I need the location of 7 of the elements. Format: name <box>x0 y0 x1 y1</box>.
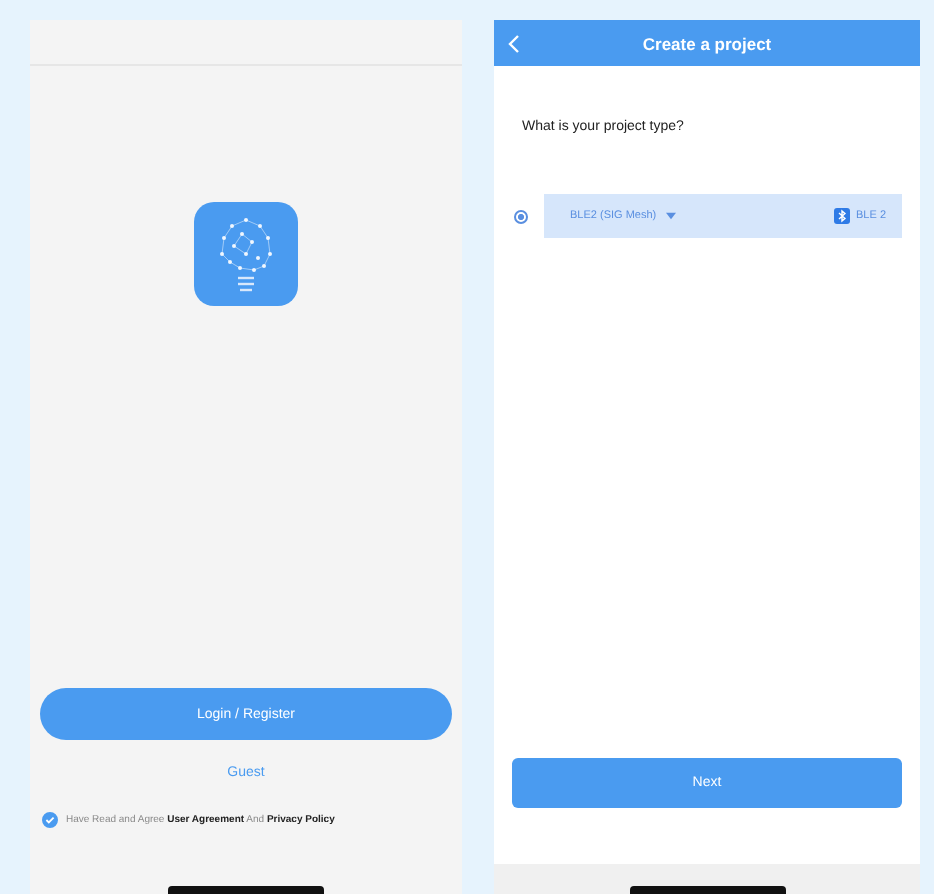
back-icon[interactable] <box>508 34 520 54</box>
radio-button[interactable] <box>514 209 528 223</box>
bluetooth-icon <box>834 208 851 224</box>
screen-title: Create a project <box>642 33 772 53</box>
caret-icon <box>666 212 677 220</box>
agreement-checkbox[interactable] <box>42 812 58 828</box>
lightbulb-app-icon <box>194 202 298 306</box>
